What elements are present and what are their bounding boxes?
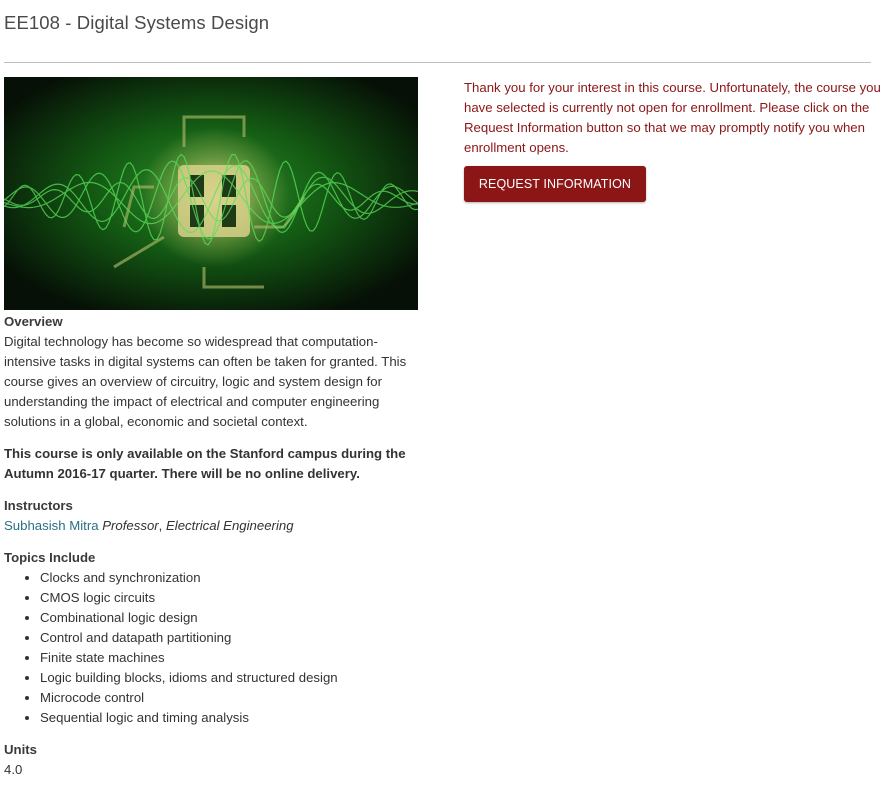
instructor-title: Professor bbox=[102, 518, 159, 533]
course-details: Overview Digital technology has become s… bbox=[4, 312, 418, 780]
enrollment-message: Thank you for your interest in this cour… bbox=[464, 80, 881, 155]
list-item: Sequential logic and timing analysis bbox=[40, 708, 418, 728]
instructor-name-link[interactable]: Subhasish Mitra bbox=[4, 518, 99, 533]
instructor-item: Subhasish Mitra Professor, Electrical En… bbox=[4, 518, 294, 533]
instructor-department: Electrical Engineering bbox=[166, 518, 294, 533]
chip-icon bbox=[178, 165, 250, 237]
list-item: CMOS logic circuits bbox=[40, 588, 418, 608]
list-item: Logic building blocks, idioms and struct… bbox=[40, 668, 418, 688]
overview-heading: Overview bbox=[4, 314, 63, 329]
page-title: EE108 - Digital Systems Design bbox=[4, 12, 270, 33]
list-item: Microcode control bbox=[40, 688, 418, 708]
overview-text: Digital technology has become so widespr… bbox=[4, 334, 407, 429]
list-item: Finite state machines bbox=[40, 648, 418, 668]
list-item: Combinational logic design bbox=[40, 608, 418, 628]
instructors-heading: Instructors bbox=[4, 498, 73, 513]
course-hero-image bbox=[4, 77, 418, 310]
topics-list: Clocks and synchronization CMOS logic ci… bbox=[4, 568, 418, 728]
campus-notice: This course is only available on the Sta… bbox=[4, 446, 406, 481]
header-divider bbox=[4, 62, 871, 63]
request-information-button[interactable]: REQUEST INFORMATION bbox=[464, 166, 646, 202]
units-value: 4.0 bbox=[4, 762, 23, 777]
list-item: Clocks and synchronization bbox=[40, 568, 418, 588]
topics-heading: Topics Include bbox=[4, 550, 96, 565]
list-item: Control and datapath partitioning bbox=[40, 628, 418, 648]
units-heading: Units bbox=[4, 742, 37, 757]
